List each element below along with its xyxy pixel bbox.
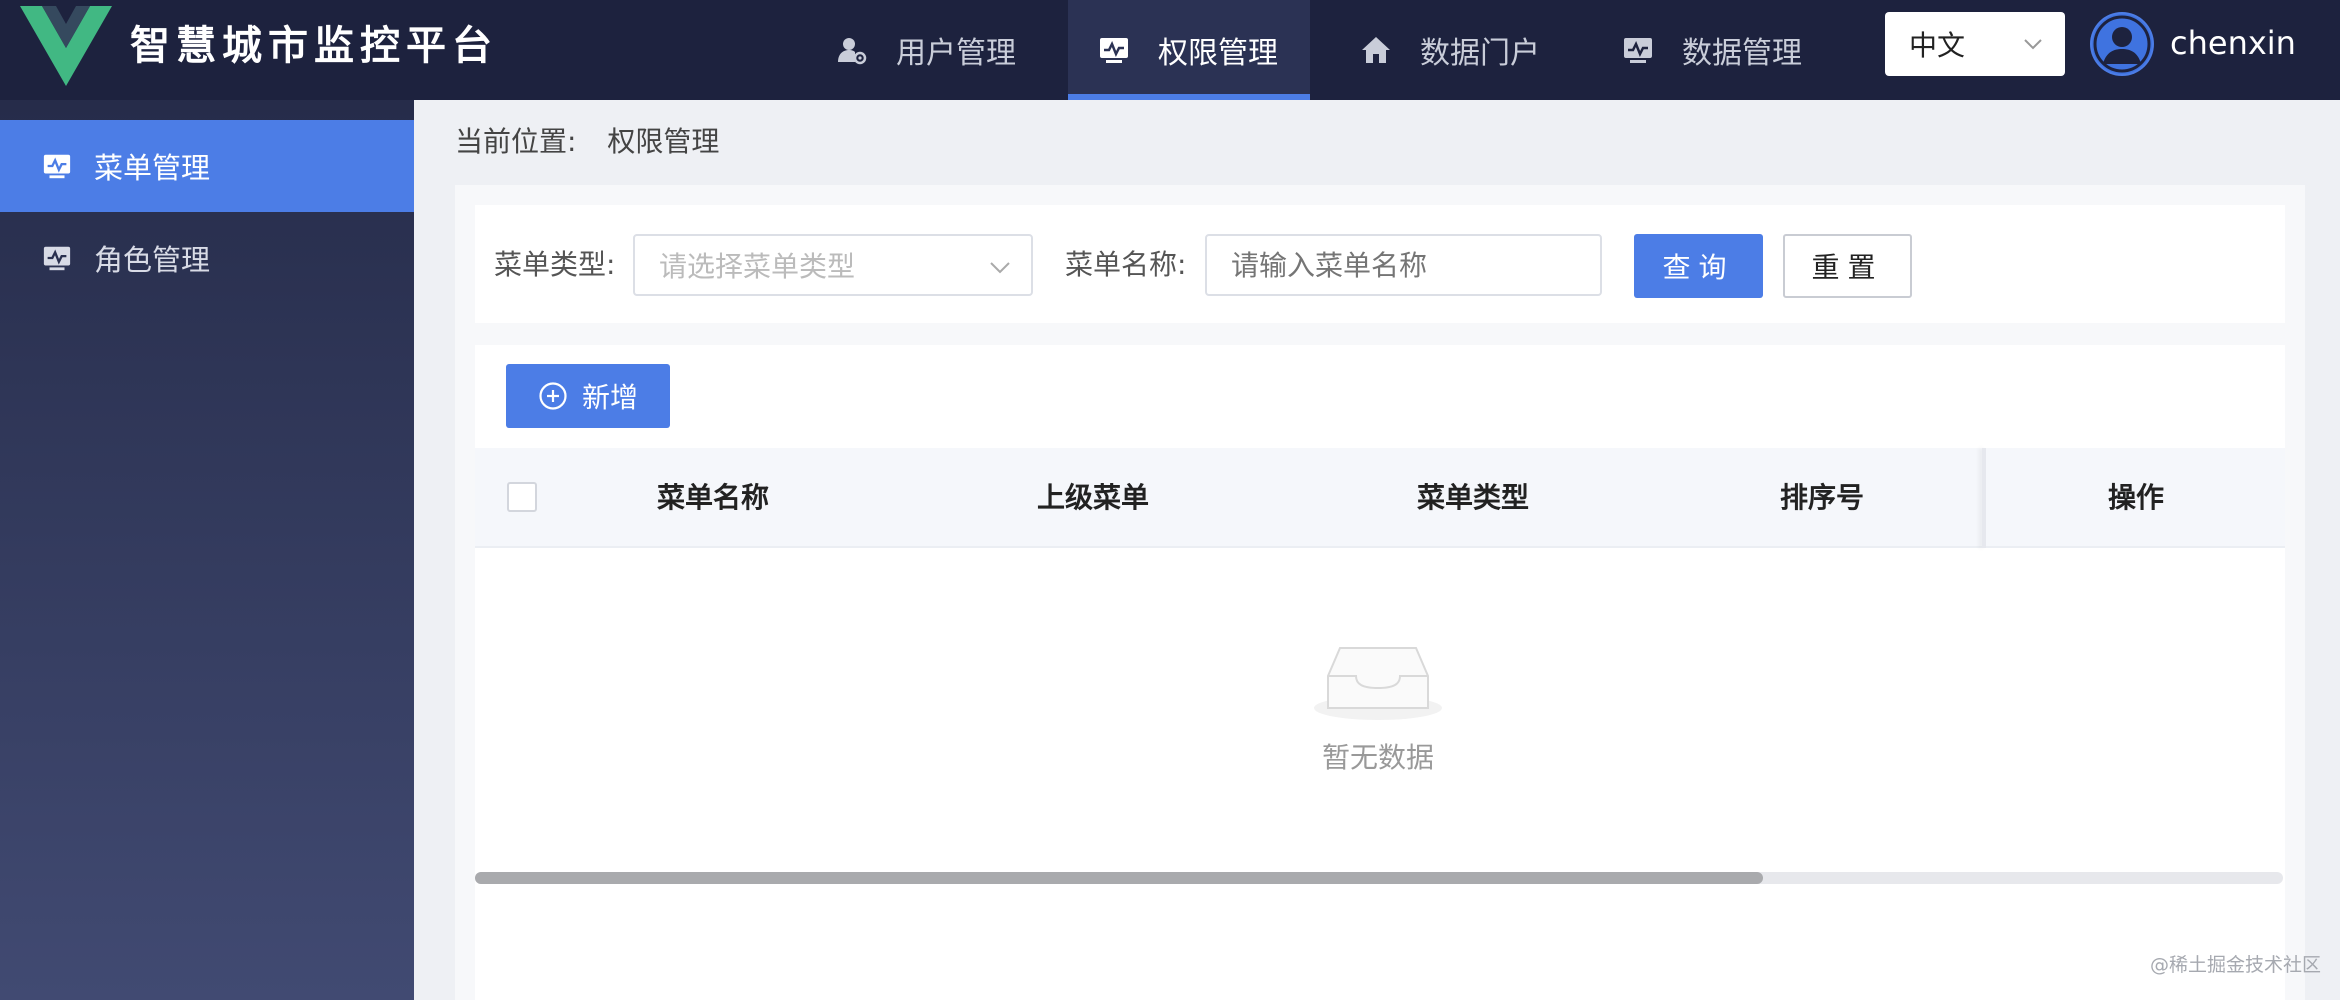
breadcrumb: 当前位置: 权限管理 (455, 122, 719, 162)
watermark: @稀土掘金技术社区 (2150, 954, 2322, 976)
add-button-label: 新增 (581, 381, 638, 414)
monitor-icon (1624, 38, 1652, 63)
username[interactable]: chenxin (2170, 18, 2296, 68)
sidebar-item-role-management[interactable]: 角色管理 (0, 212, 414, 304)
nav-label: 权限管理 (1158, 36, 1278, 71)
monitor-icon (1100, 38, 1128, 63)
monitor-icon (43, 154, 71, 179)
table-header: 菜单名称 上级菜单 菜单类型 排序号 操作 (475, 448, 2285, 548)
add-button[interactable]: 新增 (506, 364, 670, 428)
column-header-parent-menu[interactable]: 上级菜单 (993, 448, 1193, 548)
language-value: 中文 (1909, 29, 1966, 62)
fixed-column-divider (1982, 448, 1986, 548)
reset-button[interactable]: 重置 (1783, 234, 1912, 298)
nav-user-management[interactable]: 用户管理 (836, 0, 1016, 100)
vue-logo-icon (20, 6, 112, 86)
home-icon (1362, 37, 1390, 63)
sidebar: 菜单管理 角色管理 (0, 100, 414, 1000)
menu-type-label: 菜单类型: (494, 248, 616, 281)
plus-circle-icon (539, 382, 567, 410)
horizontal-scrollbar-thumb[interactable] (475, 872, 1763, 884)
sidebar-item-label: 菜单管理 (94, 151, 211, 185)
user-avatar[interactable] (2090, 12, 2154, 76)
nav-label: 用户管理 (896, 36, 1016, 71)
column-header-sort-number[interactable]: 排序号 (1732, 448, 1912, 548)
user-avatar-icon (2092, 14, 2152, 74)
query-button[interactable]: 查询 (1634, 234, 1763, 298)
column-header-menu-name[interactable]: 菜单名称 (613, 448, 813, 548)
language-select[interactable]: 中文 (1885, 12, 2065, 76)
select-all-checkbox[interactable] (507, 482, 537, 512)
menu-name-label: 菜单名称: (1065, 248, 1187, 281)
chevron-down-icon (990, 262, 1010, 274)
empty-inbox-icon (1314, 647, 1442, 720)
breadcrumb-prefix: 当前位置: (455, 125, 577, 158)
menu-type-select[interactable]: 请选择菜单类型 (633, 234, 1033, 296)
column-header-actions: 操作 (2107, 481, 2164, 514)
menu-type-placeholder: 请选择菜单类型 (659, 250, 856, 283)
user-settings-icon (838, 38, 867, 65)
nav-label: 数据门户 (1420, 36, 1540, 71)
chevron-down-icon (2024, 39, 2042, 50)
sidebar-item-label: 角色管理 (94, 243, 211, 277)
monitor-icon (43, 246, 71, 271)
nav-label: 数据管理 (1682, 36, 1802, 71)
breadcrumb-current: 权限管理 (607, 125, 720, 158)
nav-data-portal[interactable]: 数据门户 (1360, 0, 1540, 100)
sidebar-item-menu-management[interactable]: 菜单管理 (0, 120, 414, 212)
column-header-menu-type[interactable]: 菜单类型 (1373, 448, 1573, 548)
app-title: 智慧城市监控平台 (130, 23, 498, 69)
top-header: 智慧城市监控平台 用户管理 权限管理 数据门户 数据管理 中文 chenxin (0, 0, 2340, 100)
empty-text: 暂无数据 (1321, 741, 1434, 774)
menu-name-input[interactable] (1205, 234, 1602, 296)
nav-data-management[interactable]: 数据管理 (1622, 0, 1802, 100)
nav-permission-management[interactable]: 权限管理 (1068, 0, 1310, 100)
